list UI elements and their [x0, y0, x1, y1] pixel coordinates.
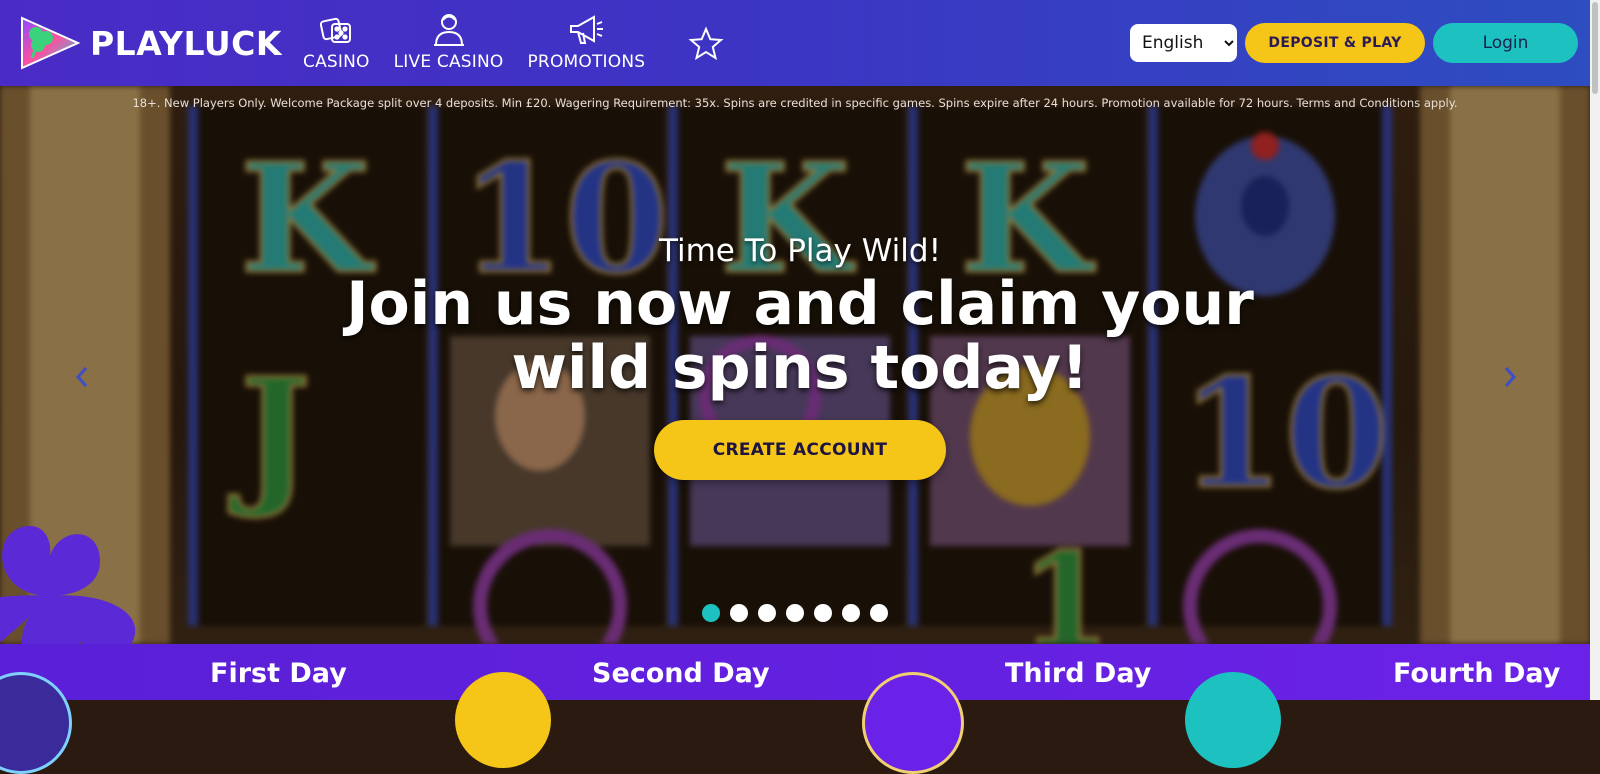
day-title-3: Third Day — [1005, 658, 1152, 689]
slide-dot[interactable] — [814, 604, 832, 622]
brand-logo[interactable]: PLAYLUCK — [16, 14, 282, 72]
slide-dot[interactable] — [786, 604, 804, 622]
chevron-right-icon[interactable] — [1500, 362, 1520, 392]
star-icon[interactable] — [688, 26, 724, 62]
nav-casino[interactable]: CASINO — [303, 12, 370, 72]
day-title-1: First Day — [210, 658, 347, 689]
main-nav: CASINO LIVE CASINO PROMOTIONS — [303, 12, 669, 72]
nav-casino-label: CASINO — [303, 52, 370, 72]
slide-dot[interactable] — [702, 604, 720, 622]
slide-dot[interactable] — [870, 604, 888, 622]
site-header: PLAYLUCK CASINO LIVE CASINO PROMOTIONS E… — [0, 0, 1590, 86]
logo-play-icon — [21, 16, 81, 70]
dice-icon — [320, 17, 352, 43]
megaphone-icon — [570, 15, 604, 44]
clover-decoration-icon — [0, 526, 136, 644]
welcome-package-strip: First Day Second Day Third Day Fourth Da… — [0, 644, 1590, 774]
chevron-left-icon[interactable] — [72, 362, 92, 392]
scrollbar-thumb[interactable] — [1592, 2, 1598, 94]
dealer-icon — [433, 14, 464, 46]
language-select[interactable]: English — [1130, 24, 1237, 62]
slide-dot[interactable] — [758, 604, 776, 622]
day-title-4: Fourth Day — [1393, 658, 1561, 689]
day-title-2: Second Day — [592, 658, 770, 689]
login-button[interactable]: Login — [1433, 23, 1578, 63]
nav-live-casino[interactable]: LIVE CASINO — [394, 12, 504, 72]
slide-dot[interactable] — [842, 604, 860, 622]
brand-name: PLAYLUCK — [90, 23, 282, 63]
second-day-badge-icon — [455, 672, 551, 768]
slide-dot[interactable] — [730, 604, 748, 622]
promo-disclaimer: 18+. New Players Only. Welcome Package s… — [132, 96, 1458, 110]
nav-promotions-label: PROMOTIONS — [527, 52, 646, 72]
create-account-button[interactable]: CREATE ACCOUNT — [654, 420, 946, 480]
nav-live-casino-label: LIVE CASINO — [393, 52, 504, 72]
third-day-badge-icon — [862, 672, 964, 774]
slide-indicators — [702, 604, 898, 622]
hero-banner: K 10 K K J 10 1 18+. New Players Only. W… — [0, 86, 1590, 644]
page-scrollbar[interactable] — [1590, 0, 1600, 700]
hero-title: Join us now and claim your wild spins to… — [346, 269, 1254, 403]
hero-subtitle: Time To Play Wild! — [658, 233, 941, 269]
nav-promotions[interactable]: PROMOTIONS — [527, 12, 645, 72]
fourth-day-badge-icon — [1185, 672, 1281, 768]
first-day-badge-icon — [0, 672, 72, 774]
deposit-play-button[interactable]: DEPOSIT & PLAY — [1245, 23, 1425, 63]
